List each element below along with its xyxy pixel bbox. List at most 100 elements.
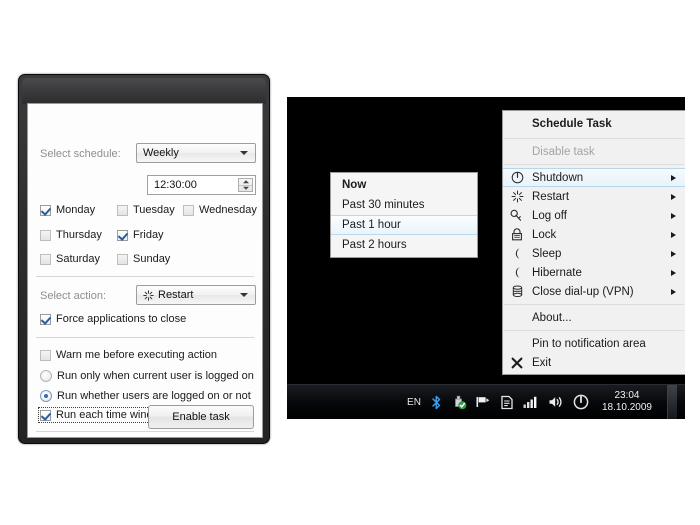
time-input[interactable]: 12:30:00 xyxy=(147,175,256,195)
action-dropdown[interactable]: Restart xyxy=(136,285,256,305)
schedule-dropdown-value: Weekly xyxy=(143,147,179,159)
checkbox-indicator xyxy=(183,204,194,216)
checkbox-indicator xyxy=(40,229,51,241)
document-icon[interactable] xyxy=(500,395,514,410)
select-schedule-label: Select schedule: xyxy=(40,148,121,160)
dialog-content: Select schedule: Weekly 12:30:00 Monday … xyxy=(27,103,263,438)
submenu-arrow-icon xyxy=(671,231,676,238)
menu-separator xyxy=(504,304,684,305)
submenu-item-past-1-hour[interactable]: Past 1 hour xyxy=(331,215,477,235)
day-label: Tuesday xyxy=(133,204,175,216)
menu-item-close-dialup-vpn[interactable]: Close dial-up (VPN) xyxy=(503,282,685,301)
day-label: Sunday xyxy=(133,253,171,265)
menu-item-disable-task[interactable]: Disable task xyxy=(503,142,685,161)
day-label: Monday xyxy=(56,204,96,216)
bluetooth-icon[interactable] xyxy=(430,395,443,410)
flag-icon[interactable] xyxy=(476,395,491,409)
language-indicator[interactable]: EN xyxy=(407,397,421,408)
day-label: Thursday xyxy=(56,229,102,241)
menu-item-label: Lock xyxy=(532,228,557,241)
day-checkbox-sunday[interactable]: Sunday xyxy=(117,253,170,265)
checkbox-indicator xyxy=(117,204,128,216)
radio-indicator xyxy=(40,390,52,402)
clock[interactable]: 23:04 18.10.2009 xyxy=(602,390,652,414)
menu-item-label: Shutdown xyxy=(532,171,584,184)
checkbox-indicator xyxy=(40,313,51,325)
key-icon xyxy=(510,209,524,223)
menu-item-pin-to-notification-area[interactable]: Pin to notification area xyxy=(503,334,685,353)
menu-item-label: Sleep xyxy=(532,247,562,260)
menu-item-sleep[interactable]: Sleep xyxy=(503,244,685,263)
lock-icon xyxy=(510,228,524,242)
menu-item-label: Log off xyxy=(532,209,567,222)
menu-item-label: Restart xyxy=(532,190,570,203)
day-label: Wednesday xyxy=(199,204,257,216)
day-checkbox-saturday[interactable]: Saturday xyxy=(40,253,100,265)
submenu-arrow-icon xyxy=(671,174,676,181)
system-tray: EN 23:04 18.10.2009 xyxy=(407,385,681,419)
warn-before-label: Warn me before executing action xyxy=(56,349,218,361)
checkbox-indicator xyxy=(40,204,51,216)
submenu-item-past-30-minutes[interactable]: Past 30 minutes xyxy=(331,195,477,215)
menu-item-label: Close dial-up (VPN) xyxy=(532,285,634,298)
radio-indicator xyxy=(40,370,52,382)
menu-separator xyxy=(504,164,684,165)
show-desktop-button[interactable] xyxy=(667,385,677,419)
warn-before-checkbox[interactable]: Warn me before executing action xyxy=(40,349,217,361)
submenu-arrow-icon xyxy=(671,269,676,276)
radio-any-user[interactable]: Run whether users are logged on or not xyxy=(40,390,251,402)
submenu-arrow-icon xyxy=(671,193,676,200)
action-dropdown-value: Restart xyxy=(158,289,194,301)
menu-item-log-off[interactable]: Log off xyxy=(503,206,685,225)
power-icon[interactable] xyxy=(573,394,589,410)
group-divider-2 xyxy=(36,337,254,338)
network-icon xyxy=(510,285,524,299)
day-label: Friday xyxy=(133,229,164,241)
force-close-checkbox[interactable]: Force applications to close xyxy=(40,313,186,325)
checkbox-indicator xyxy=(40,349,51,361)
menu-separator xyxy=(504,330,684,331)
enable-task-button[interactable]: Enable task xyxy=(148,405,254,429)
day-checkbox-thursday[interactable]: Thursday xyxy=(40,229,102,241)
checkbox-indicator xyxy=(117,253,128,265)
clock-time: 23:04 xyxy=(614,390,640,401)
day-checkbox-tuesday[interactable]: Tuesday xyxy=(117,204,175,216)
usb-safe-remove-icon[interactable] xyxy=(452,395,467,410)
day-checkbox-friday[interactable]: Friday xyxy=(117,229,164,241)
schedule-dropdown[interactable]: Weekly xyxy=(136,143,256,163)
checkbox-indicator xyxy=(117,229,128,241)
radio-any-user-label: Run whether users are logged on or not xyxy=(57,390,251,402)
speaker-icon[interactable] xyxy=(548,395,564,409)
shutdown-submenu: Now Past 30 minutes Past 1 hour Past 2 h… xyxy=(330,172,478,258)
menu-item-about[interactable]: About... xyxy=(503,308,685,327)
day-checkbox-wednesday[interactable]: Wednesday xyxy=(183,204,257,216)
checkbox-indicator xyxy=(40,409,51,421)
power-icon xyxy=(510,171,524,185)
close-icon xyxy=(510,356,524,370)
day-label: Saturday xyxy=(56,253,101,265)
force-close-label: Force applications to close xyxy=(56,313,187,325)
submenu-arrow-icon xyxy=(671,212,676,219)
time-spinner[interactable] xyxy=(238,178,253,192)
submenu-item-now[interactable]: Now xyxy=(331,175,477,195)
dialog-title-bar[interactable] xyxy=(22,78,266,104)
radio-current-user-label: Run only when current user is logged on xyxy=(57,370,254,382)
menu-item-restart[interactable]: Restart xyxy=(503,187,685,206)
group-divider-3 xyxy=(36,431,254,432)
menu-item-shutdown[interactable]: Shutdown xyxy=(503,168,685,187)
radio-current-user[interactable]: Run only when current user is logged on xyxy=(40,370,254,382)
spinner-down-button[interactable] xyxy=(239,186,252,192)
day-checkbox-monday[interactable]: Monday xyxy=(40,204,95,216)
menu-item-lock[interactable]: Lock xyxy=(503,225,685,244)
restart-icon xyxy=(510,190,524,204)
menu-item-hibernate[interactable]: Hibernate xyxy=(503,263,685,282)
menu-item-exit[interactable]: Exit xyxy=(503,353,685,372)
taskbar: EN 23:04 18.10.2009 xyxy=(287,384,685,419)
menu-separator xyxy=(504,138,684,139)
schedule-task-dialog: Select schedule: Weekly 12:30:00 Monday … xyxy=(18,74,270,444)
moon-icon xyxy=(510,247,524,261)
restart-icon xyxy=(143,289,154,301)
submenu-item-past-2-hours[interactable]: Past 2 hours xyxy=(331,235,477,255)
signal-bars-icon[interactable] xyxy=(523,395,539,409)
select-action-label: Select action: xyxy=(40,290,107,302)
